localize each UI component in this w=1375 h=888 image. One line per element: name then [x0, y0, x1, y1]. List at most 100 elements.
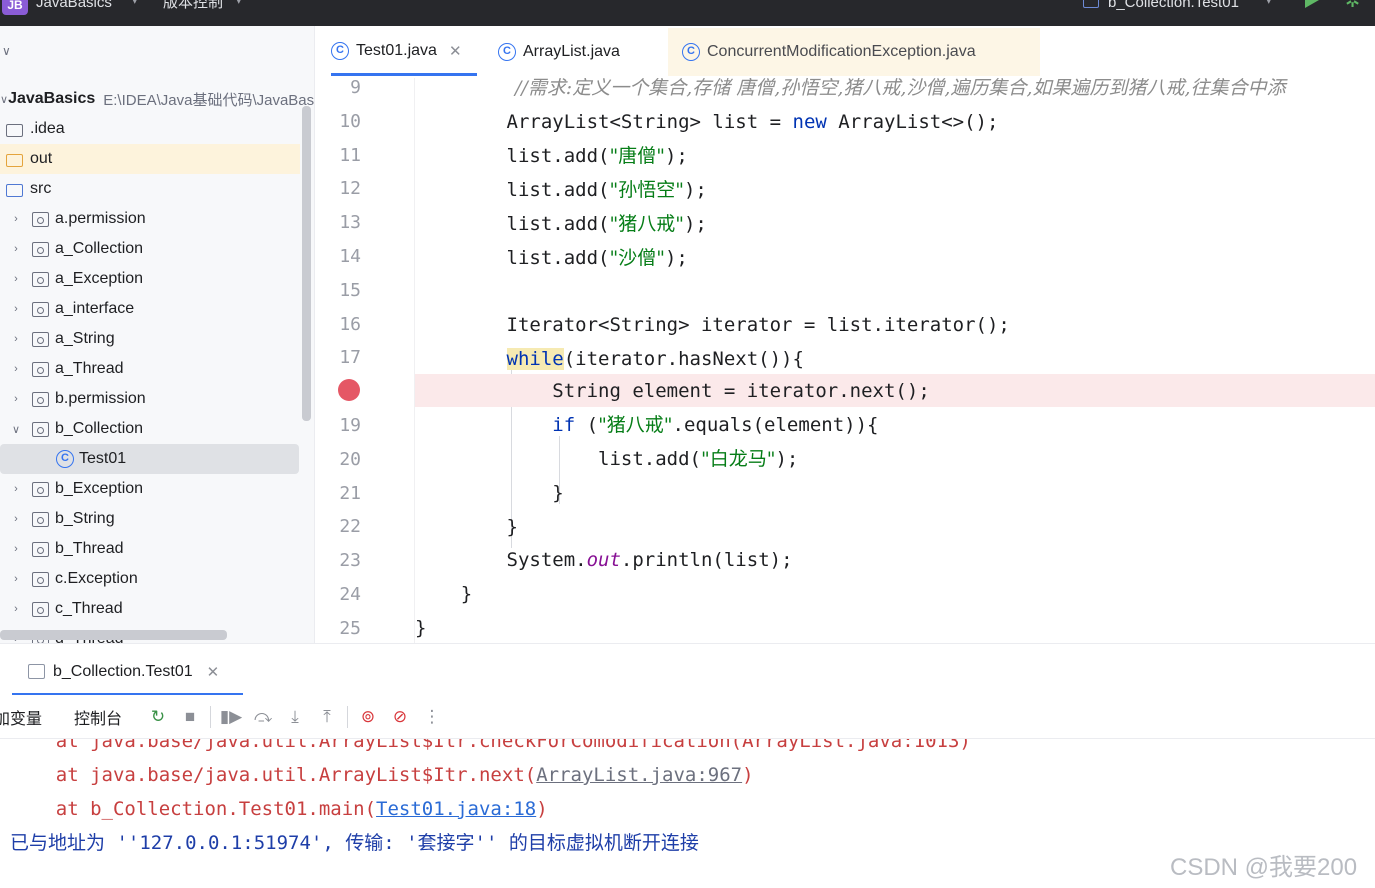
- console-output[interactable]: at java.base/java.util.ArrayList$Itr.che…: [0, 739, 1375, 888]
- code-line-21[interactable]: }: [415, 476, 1375, 510]
- stack-frame-link[interactable]: Test01.java:18: [376, 798, 536, 820]
- chevron-down-icon[interactable]: ▾: [132, 0, 138, 7]
- chevron-down-icon[interactable]: ∨: [0, 93, 8, 106]
- code-line-18[interactable]: String element = iterator.next();: [415, 374, 1375, 407]
- tree-item-b-exception[interactable]: › b_Exception: [0, 474, 300, 504]
- step-into-icon[interactable]: ⤓: [279, 707, 311, 727]
- code-line-9[interactable]: //需求:定义一个集合,存储 唐僧,孙悟空,猪八戒,沙僧,遍历集合,如果遍历到猪…: [415, 78, 1375, 105]
- line-number[interactable]: 17: [315, 341, 361, 375]
- tree-item-b-string[interactable]: › b_String: [0, 504, 300, 534]
- chevron-right-icon[interactable]: ›: [10, 393, 22, 405]
- tree-item-c-thread[interactable]: › c_Thread: [0, 594, 300, 624]
- code-editor[interactable]: 9 10 11 12 13 14 15 16 17 19 20 21 22 23 24 25 //需求:定义一…: [315, 78, 1375, 643]
- close-icon[interactable]: ✕: [449, 42, 462, 60]
- tree-item-a-permission[interactable]: › a.permission: [0, 204, 300, 234]
- chevron-down-icon[interactable]: ▾: [1266, 0, 1272, 7]
- tree-item-src[interactable]: src: [0, 174, 300, 204]
- line-number[interactable]: 11: [315, 139, 361, 173]
- project-badge[interactable]: JB: [2, 0, 28, 15]
- code-line-13[interactable]: list.add("猪八戒");: [415, 207, 1375, 241]
- tree-item-a-string[interactable]: › a_String: [0, 324, 300, 354]
- run-config-selector[interactable]: b_Collection.Test01: [1108, 0, 1239, 13]
- code-line-10[interactable]: ArrayList<String> list = new ArrayList<>…: [415, 105, 1375, 139]
- tree-item-a-thread[interactable]: › a_Thread: [0, 354, 300, 384]
- code-line-22[interactable]: }: [415, 510, 1375, 544]
- chevron-right-icon[interactable]: ›: [10, 273, 22, 285]
- tab-test01-java[interactable]: C Test01.java ✕: [331, 28, 477, 76]
- code-line-19[interactable]: if ("猪八戒".equals(element)){: [415, 408, 1375, 442]
- vcs-menu[interactable]: 版本控制: [163, 0, 223, 13]
- code-line-14[interactable]: list.add("沙僧");: [415, 241, 1375, 275]
- tree-item-out[interactable]: out: [0, 144, 300, 174]
- step-over-icon[interactable]: ⤼: [247, 707, 279, 727]
- chevron-down-icon[interactable]: ∨: [2, 44, 11, 58]
- tree-item-b-thread[interactable]: › b_Thread: [0, 534, 300, 564]
- line-number[interactable]: 19: [315, 409, 361, 443]
- project-vertical-scrollbar[interactable]: [302, 106, 311, 421]
- chevron-right-icon[interactable]: ›: [10, 363, 22, 375]
- more-options-icon[interactable]: ⋮: [416, 707, 448, 727]
- chevron-right-icon[interactable]: ›: [10, 243, 22, 255]
- chevron-right-icon[interactable]: ›: [10, 303, 22, 315]
- tab-console[interactable]: 控制台: [74, 705, 122, 729]
- code-line-15[interactable]: [415, 275, 1375, 309]
- tree-item-test01[interactable]: C Test01: [0, 444, 299, 474]
- chevron-down-icon[interactable]: ▾: [236, 0, 242, 7]
- line-number[interactable]: 25: [315, 612, 361, 643]
- chevron-right-icon[interactable]: ›: [10, 573, 22, 585]
- run-icon[interactable]: [1305, 0, 1319, 8]
- tab-concurrentmodificationexception-java[interactable]: C ConcurrentModificationException.java: [668, 28, 1040, 76]
- view-breakpoints-icon[interactable]: ⊚: [352, 707, 384, 727]
- tree-item-b-collection[interactable]: ∨ b_Collection: [0, 414, 300, 444]
- tab-run-b-collection-test01[interactable]: b_Collection.Test01 ✕: [12, 650, 243, 696]
- line-number[interactable]: 21: [315, 477, 361, 511]
- line-number[interactable]: 10: [315, 105, 361, 139]
- tree-item-a-collection[interactable]: › a_Collection: [0, 234, 300, 264]
- tree-item-b-permission[interactable]: › b.permission: [0, 384, 300, 414]
- mute-breakpoints-icon[interactable]: ⊘: [384, 707, 416, 727]
- stop-icon[interactable]: ■: [174, 707, 206, 727]
- chevron-right-icon[interactable]: ›: [10, 213, 22, 225]
- code-line-16[interactable]: Iterator<String> iterator = list.iterato…: [415, 308, 1375, 342]
- code-line-11[interactable]: list.add("唐僧");: [415, 139, 1375, 173]
- close-icon[interactable]: ✕: [207, 663, 220, 681]
- chevron-right-icon[interactable]: ›: [10, 513, 22, 525]
- tree-root[interactable]: ∨ JavaBasics E:\IDEA\Java基础代码\JavaBasics: [0, 84, 314, 114]
- project-name[interactable]: JavaBasics: [36, 0, 112, 13]
- code-line-12[interactable]: list.add("孙悟空");: [415, 173, 1375, 207]
- line-number[interactable]: 15: [315, 274, 361, 308]
- tree-item-a-interface[interactable]: › a_interface: [0, 294, 300, 324]
- code-line-25[interactable]: }: [415, 611, 1375, 643]
- project-horizontal-scrollbar[interactable]: [0, 630, 227, 640]
- tab-arraylist-java[interactable]: C ArrayList.java: [498, 28, 668, 76]
- step-out-icon[interactable]: ⤒: [311, 707, 343, 727]
- stack-frame-link[interactable]: ArrayList.java:967: [536, 764, 742, 786]
- chevron-right-icon[interactable]: ›: [10, 603, 22, 615]
- code-line-20[interactable]: list.add("白龙马");: [415, 442, 1375, 476]
- code-line-24[interactable]: }: [415, 577, 1375, 611]
- line-number[interactable]: 23: [315, 544, 361, 578]
- line-number[interactable]: 13: [315, 206, 361, 240]
- tree-item-c-exception[interactable]: › c.Exception: [0, 564, 300, 594]
- code-line-23[interactable]: System.out.println(list);: [415, 543, 1375, 577]
- rerun-icon[interactable]: ↻: [142, 707, 174, 727]
- chevron-down-icon[interactable]: ∨: [10, 423, 22, 436]
- tree-item-idea[interactable]: .idea: [0, 114, 300, 144]
- line-number[interactable]: 20: [315, 443, 361, 477]
- line-number[interactable]: 24: [315, 578, 361, 612]
- editor-gutter[interactable]: 9 10 11 12 13 14 15 16 17 19 20 21 22 23 24 25: [315, 78, 415, 643]
- resume-icon[interactable]: ▮▶: [215, 707, 247, 727]
- line-number[interactable]: 9: [315, 78, 361, 105]
- tab-variables[interactable]: 加变量: [0, 705, 42, 729]
- breakpoint-icon[interactable]: [338, 379, 360, 401]
- debug-icon[interactable]: ✲: [1345, 0, 1360, 10]
- line-number[interactable]: 12: [315, 172, 361, 206]
- line-number[interactable]: 16: [315, 308, 361, 342]
- line-number[interactable]: 14: [315, 240, 361, 274]
- line-number[interactable]: 22: [315, 510, 361, 544]
- code-line-17[interactable]: while(iterator.hasNext()){: [415, 342, 1375, 376]
- chevron-right-icon[interactable]: ›: [10, 333, 22, 345]
- tree-item-a-exception[interactable]: › a_Exception: [0, 264, 300, 294]
- chevron-right-icon[interactable]: ›: [10, 543, 22, 555]
- chevron-right-icon[interactable]: ›: [10, 483, 22, 495]
